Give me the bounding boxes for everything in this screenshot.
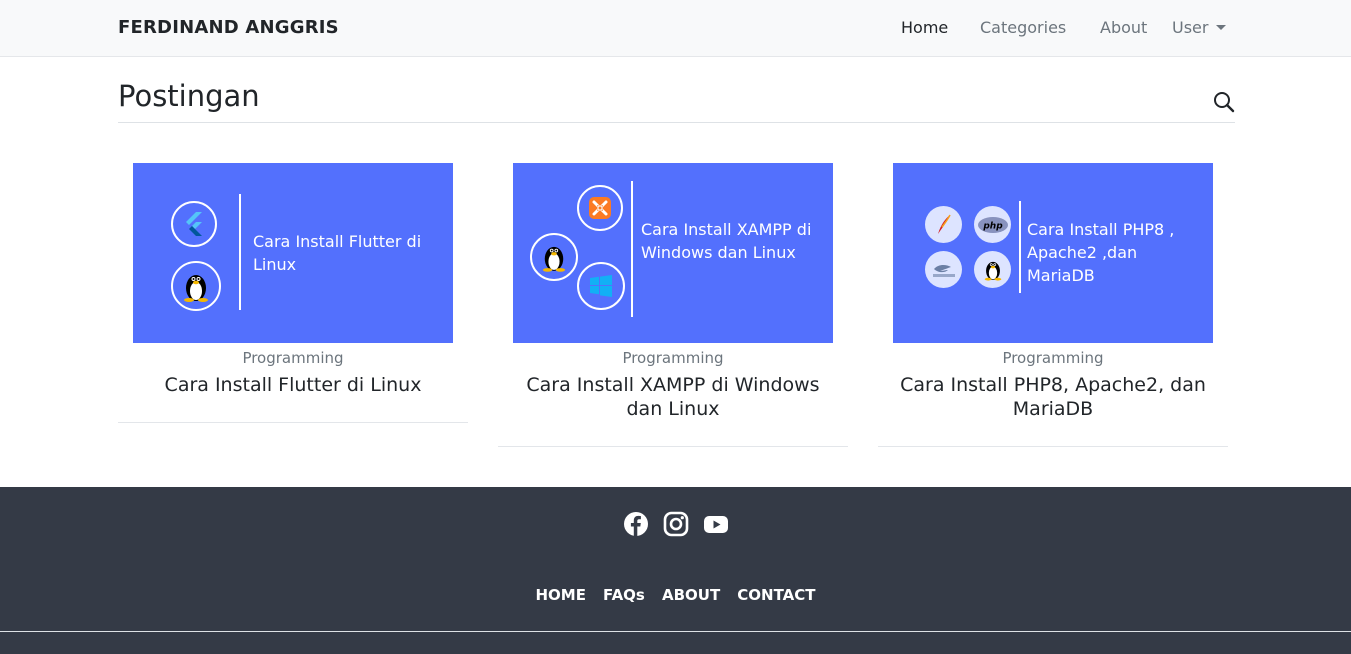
linux-tux-icon: [530, 233, 578, 281]
linux-tux-icon: [974, 251, 1011, 288]
heading-divider: [118, 122, 1235, 123]
facebook-icon[interactable]: [623, 511, 649, 537]
php-icon: php: [974, 206, 1011, 243]
instagram-icon[interactable]: [663, 511, 689, 537]
windows-icon: [577, 262, 625, 310]
search-icon[interactable]: [1212, 90, 1236, 114]
thumbnail-text: Cara Install PHP8 , Apache2 ,dan MariaDB: [1027, 220, 1175, 285]
page-title: Postingan: [118, 79, 260, 113]
nav-user-dropdown[interactable]: User: [1172, 18, 1227, 37]
youtube-icon[interactable]: [703, 511, 729, 537]
footer-link-faqs[interactable]: FAQs: [603, 586, 645, 604]
card-divider: [118, 422, 468, 423]
thumbnail-text: Cara Install XAMPP di Windows dan Linux: [641, 220, 812, 262]
post-card: php Cara Install PHP8 , Apache2 ,dan Mar…: [878, 163, 1228, 447]
linux-tux-icon: [171, 261, 221, 311]
flutter-icon: [171, 201, 217, 247]
footer: HOME FAQs ABOUT CONTACT: [0, 487, 1351, 654]
nav-user-label: User: [1172, 18, 1209, 37]
thumbnail-divider: [239, 194, 241, 310]
caret-down-icon: [1216, 25, 1227, 30]
thumbnail-text: Cara Install Flutter di Linux: [253, 232, 422, 274]
apache-feather-icon: [925, 206, 962, 243]
footer-link-about[interactable]: ABOUT: [662, 586, 720, 604]
svg-text:php: php: [982, 221, 1003, 231]
nav-home[interactable]: Home: [901, 18, 948, 37]
mariadb-icon: [925, 251, 962, 288]
card-divider: [878, 446, 1228, 447]
post-thumbnail[interactable]: php Cara Install PHP8 , Apache2 ,dan Mar…: [893, 163, 1213, 343]
post-thumbnail[interactable]: Cara Install Flutter di Linux: [133, 163, 453, 343]
footer-link-contact[interactable]: CONTACT: [737, 586, 815, 604]
post-title[interactable]: Cara Install PHP8, Apache2, dan MariaDB: [878, 373, 1228, 421]
post-category[interactable]: Programming: [878, 348, 1228, 368]
post-card: Cara Install Flutter di Linux Programmin…: [118, 163, 468, 423]
footer-divider: [0, 631, 1351, 632]
footer-link-home[interactable]: HOME: [535, 586, 585, 604]
post-title[interactable]: Cara Install Flutter di Linux: [118, 373, 468, 397]
nav-categories[interactable]: Categories: [980, 18, 1066, 37]
thumbnail-divider: [631, 181, 633, 317]
post-title[interactable]: Cara Install XAMPP di Windows dan Linux: [498, 373, 848, 421]
nav-about[interactable]: About: [1100, 18, 1147, 37]
footer-nav: HOME FAQs ABOUT CONTACT: [0, 585, 1351, 604]
post-category[interactable]: Programming: [118, 348, 468, 368]
thumbnail-divider: [1019, 201, 1021, 293]
post-category[interactable]: Programming: [498, 348, 848, 368]
navbar: FERDINAND ANGGRIS Home Categories About …: [0, 0, 1351, 57]
post-card: Cara Install XAMPP di Windows dan Linux …: [498, 163, 848, 447]
brand-logo[interactable]: FERDINAND ANGGRIS: [118, 17, 339, 38]
xampp-icon: [577, 185, 623, 231]
card-divider: [498, 446, 848, 447]
post-thumbnail[interactable]: Cara Install XAMPP di Windows dan Linux: [513, 163, 833, 343]
